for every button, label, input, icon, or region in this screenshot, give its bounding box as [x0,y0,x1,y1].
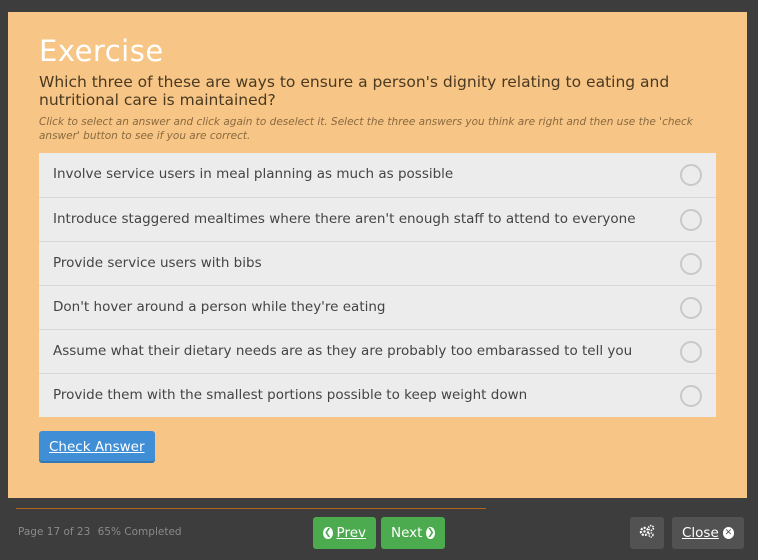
radio-circle-icon[interactable] [680,297,702,319]
answer-label: Provide service users with bibs [53,255,262,271]
answer-label: Assume what their dietary needs are as t… [53,343,633,359]
answer-list: Involve service users in meal planning a… [39,153,716,417]
answer-label: Don't hover around a person while they'r… [53,299,386,315]
progress-info: Page 17 of 23 65% Completed [18,526,182,538]
settings-button[interactable] [630,517,664,549]
radio-circle-icon[interactable] [680,209,702,231]
prev-button[interactable]: ❮ Prev [313,517,376,549]
chevron-right-circle-icon: ❯ [426,527,435,539]
question-text: Which three of these are ways to ensure … [39,73,670,109]
answer-option-4[interactable]: Don't hover around a person while they'r… [39,285,716,329]
page-info: Page 17 of 23 [18,526,91,538]
answer-label: Provide them with the smallest portions … [53,387,528,403]
next-button[interactable]: Next ❯ [381,517,445,549]
close-button[interactable]: Close ✕ [672,517,744,549]
answer-option-5[interactable]: Assume what their dietary needs are as t… [39,329,716,373]
answer-option-3[interactable]: Provide service users with bibs [39,241,716,285]
chevron-left-circle-icon: ❮ [323,527,333,539]
close-circle-icon: ✕ [722,527,734,539]
prev-label: Prev [336,525,366,541]
answer-option-6[interactable]: Provide them with the smallest portions … [39,373,716,417]
radio-circle-icon[interactable] [680,164,702,186]
answer-option-2[interactable]: Introduce staggered mealtimes where ther… [39,197,716,241]
answer-label: Involve service users in meal planning a… [53,166,454,182]
answer-option-1[interactable]: Involve service users in meal planning a… [39,153,716,197]
check-answer-button[interactable]: Check Answer [39,431,155,463]
progress-divider [16,508,486,509]
answer-label: Introduce staggered mealtimes where ther… [53,211,636,227]
radio-circle-icon[interactable] [680,341,702,363]
gears-icon [639,524,655,542]
instructions-text: Click to select an answer and click agai… [39,116,693,142]
close-label: Close [682,525,719,541]
radio-circle-icon[interactable] [680,253,702,275]
next-label: Next [391,525,423,541]
exercise-panel: Exercise Which three of these are ways t… [8,12,747,498]
completion-status: 65% Completed [97,526,182,538]
radio-circle-icon[interactable] [680,385,702,407]
exercise-title: Exercise [39,34,164,68]
